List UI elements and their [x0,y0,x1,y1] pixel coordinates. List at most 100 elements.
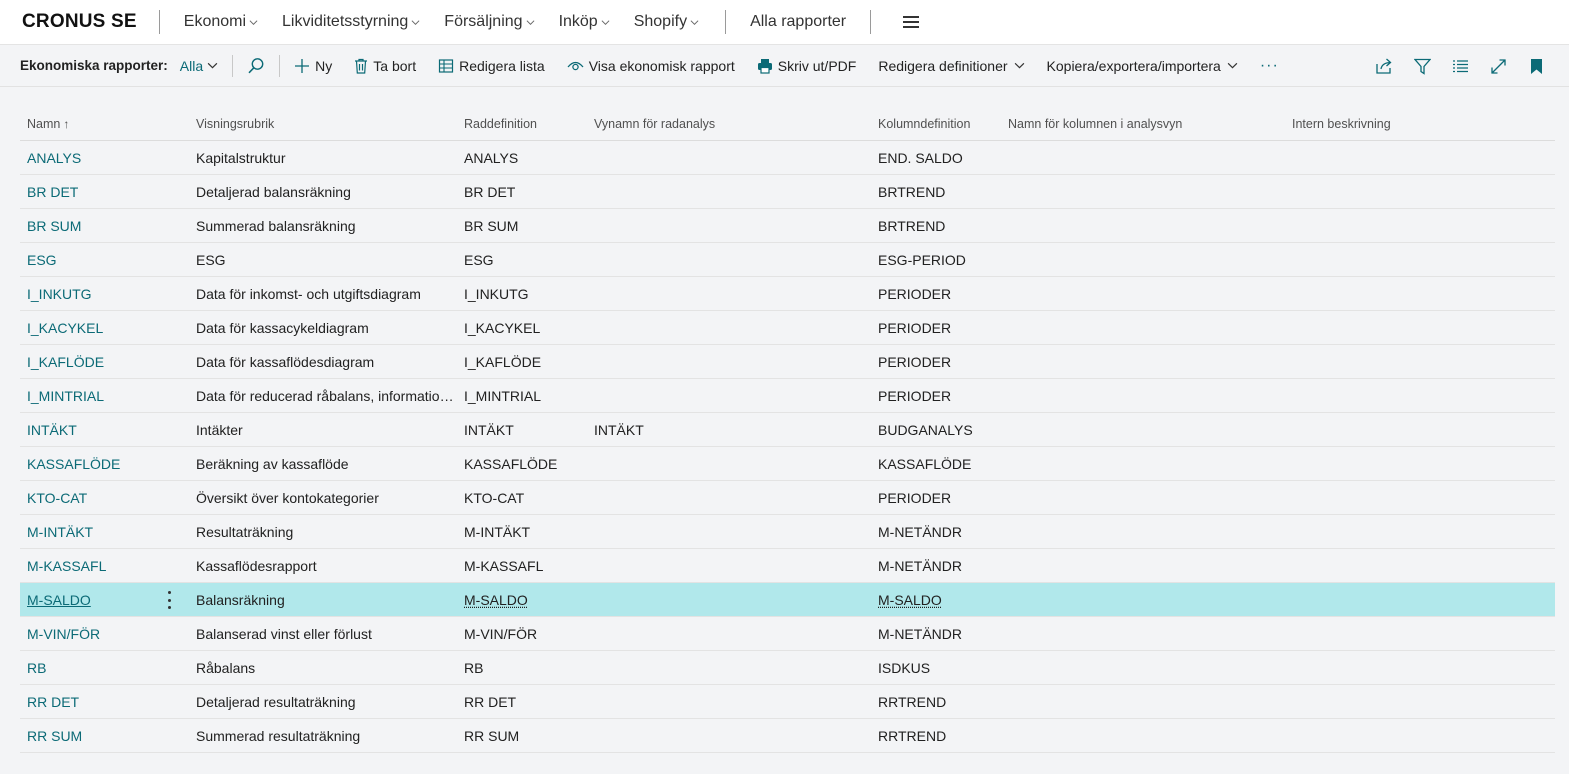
column-header-row-analysis-view[interactable]: Vynamn för radanalys [587,117,871,131]
cell-name[interactable]: M-INTÄKT [20,524,188,540]
column-header-internal-description[interactable]: Intern beskrivning [1285,117,1555,131]
cell-name-text[interactable]: I_KACYKEL [27,320,103,336]
cell-name[interactable]: I_INKUTG [20,286,188,302]
column-header-name[interactable]: Namn ↑ [20,117,188,131]
column-header-display-title[interactable]: Visningsrubrik [188,117,457,131]
cell-name-text[interactable]: RR SUM [27,728,82,744]
cell-name[interactable]: RB [20,660,188,676]
table-row[interactable]: I_INKUTG Data för inkomst- och utgiftsdia… [20,277,1555,311]
cell-column-definition-text: PERIODER [878,353,952,370]
table-row[interactable]: ANALYS Kapitalstruktur ANALYS END. SALDO [20,141,1555,175]
all-reports-link[interactable]: Alla rapporter [750,13,846,31]
cell-name-text[interactable]: I_MINTRIAL [27,388,104,404]
row-actions-icon[interactable] [166,591,172,609]
cell-column-definition-text: PERIODER [878,319,952,336]
cell-name[interactable]: INTÄKT [20,422,188,438]
cell-name-text[interactable]: M-VIN/FÖR [27,626,100,642]
table-row[interactable]: I_KACYKEL Data för kassacykeldiagram I_KAC… [20,311,1555,345]
table-row[interactable]: BR SUM Summerad balansräkning BR SUM BRTREN… [20,209,1555,243]
table-row[interactable]: M-SALDO Balansräkning M-SALDO M-SALDO [20,583,1555,617]
search-button[interactable] [247,57,265,75]
cell-name[interactable]: BR SUM [20,218,188,234]
copy-export-import-dropdown[interactable]: Kopiera/exportera/importera [1047,58,1238,74]
view-filter-dropdown[interactable]: Alla [180,58,218,74]
cell-name[interactable]: RR DET [20,694,188,710]
cell-name-text[interactable]: BR SUM [27,218,81,234]
cell-name[interactable]: M-KASSAFL [20,558,188,574]
bookmark-icon [1530,58,1542,74]
cell-name[interactable]: I_MINTRIAL [20,388,188,404]
menu-inkop[interactable]: Inköp [559,13,610,31]
cell-row-definition-text: INTÄKT [464,421,514,438]
cell-name-text[interactable]: BR DET [27,184,78,200]
table-row[interactable]: KTO-CAT Översikt över kontokategorier KTO-… [20,481,1555,515]
table-row[interactable]: BR DET Detaljerad balansräkning BR DET BRTR… [20,175,1555,209]
menu-ekonomi[interactable]: Ekonomi [184,13,258,31]
column-header-column-analysis-view[interactable]: Namn för kolumnen i analysvyn [1001,117,1285,131]
print-pdf-button[interactable]: Skriv ut/PDF [757,58,856,74]
column-header-row-definition[interactable]: Raddefinition [457,117,587,131]
share-button[interactable] [1375,57,1393,75]
cell-name-text[interactable]: ESG [27,252,57,268]
table-row[interactable]: RR DET Detaljerad resultaträkning RR DET RR… [20,685,1555,719]
cell-row-definition-text: M-SALDO [464,591,528,608]
bookmark-button[interactable] [1527,57,1545,75]
cell-name[interactable]: KASSAFLÖDE [20,456,188,472]
table-row[interactable]: M-VIN/FÖR Balanserad vinst eller förlust M… [20,617,1555,651]
cell-name[interactable]: I_KAFLÖDE [20,354,188,370]
cell-name-text[interactable]: I_INKUTG [27,286,92,302]
table-row[interactable]: RR SUM Summerad resultaträkning RR SUM RRTR… [20,719,1555,753]
cell-name-text[interactable]: M-KASSAFL [27,558,106,574]
cell-row-definition-text: RR DET [464,693,517,710]
table-row[interactable]: ESG ESG ESG ESG-PERIOD [20,243,1555,277]
column-header-column-definition[interactable]: Kolumndefinition [871,117,1001,131]
cell-name-text[interactable]: KASSAFLÖDE [27,456,120,472]
table-row[interactable]: KASSAFLÖDE Beräkning av kassaflöde KASSAFL… [20,447,1555,481]
edit-list-button[interactable]: Redigera lista [438,58,545,74]
cell-display-title: Data för kassacykeldiagram [188,320,457,336]
hamburger-menu-icon[interactable] [903,16,920,28]
cell-name[interactable]: BR DET [20,184,188,200]
table-row[interactable]: I_MINTRIAL Data för reducerad råbalans, i… [20,379,1555,413]
cell-name-text[interactable]: KTO-CAT [27,490,87,506]
menu-forsaljning[interactable]: Försäljning [444,13,535,31]
edit-definitions-label: Redigera definitioner [878,57,1008,74]
cell-column-definition-text: ESG-PERIOD [878,251,966,268]
company-name[interactable]: CRONUS SE [22,11,137,33]
cell-name[interactable]: M-SALDO [20,592,188,608]
new-button[interactable]: Ny [294,58,332,74]
cell-name-text[interactable]: RB [27,660,46,676]
table-row[interactable]: M-KASSAFL Kassaflödesrapport M-KASSAFL M-NE… [20,549,1555,583]
cell-name[interactable]: ESG [20,252,188,268]
menu-shopify[interactable]: Shopify [634,13,699,31]
chevron-down-icon [1014,62,1024,69]
list-view-button[interactable] [1451,57,1469,75]
trash-icon [355,58,368,74]
table-row[interactable]: INTÄKT Intäkter INTÄKT INTÄKT BUDGANALYS [20,413,1555,447]
menu-likviditetsstyrning[interactable]: Likviditetsstyrning [282,13,420,31]
cell-name-text[interactable]: M-SALDO [27,592,91,608]
cell-row-definition-text: KASSAFLÖDE [464,455,558,472]
cell-name[interactable]: M-VIN/FÖR [20,626,188,642]
table-row[interactable]: I_KAFLÖDE Data för kassaflödesdiagram I_KA… [20,345,1555,379]
table-row[interactable]: M-INTÄKT Resultaträkning M-INTÄKT M-NETÄNDR [20,515,1555,549]
cell-row-definition-text: I_MINTRIAL [464,387,542,404]
cell-name-text[interactable]: ANALYS [27,150,81,166]
filter-button[interactable] [1413,57,1431,75]
cell-row-definition-text: RR SUM [464,727,520,744]
expand-button[interactable] [1489,57,1507,75]
delete-button[interactable]: Ta bort [354,58,416,74]
table-row[interactable]: RB Råbalans RB ISDKUS [20,651,1555,685]
cell-name-text[interactable]: RR DET [27,694,79,710]
more-options-button[interactable]: ··· [1260,57,1279,75]
cell-name-text[interactable]: INTÄKT [27,422,77,438]
cell-name-text[interactable]: I_KAFLÖDE [27,354,104,370]
cell-name[interactable]: RR SUM [20,728,188,744]
cell-name[interactable]: KTO-CAT [20,490,188,506]
copy-export-label: Kopiera/exportera/importera [1046,57,1221,74]
cell-name[interactable]: I_KACYKEL [20,320,188,336]
show-financial-report-button[interactable]: Visa ekonomisk rapport [567,58,735,74]
cell-name[interactable]: ANALYS [20,150,188,166]
edit-definitions-dropdown[interactable]: Redigera definitioner [878,58,1024,74]
cell-name-text[interactable]: M-INTÄKT [27,524,93,540]
